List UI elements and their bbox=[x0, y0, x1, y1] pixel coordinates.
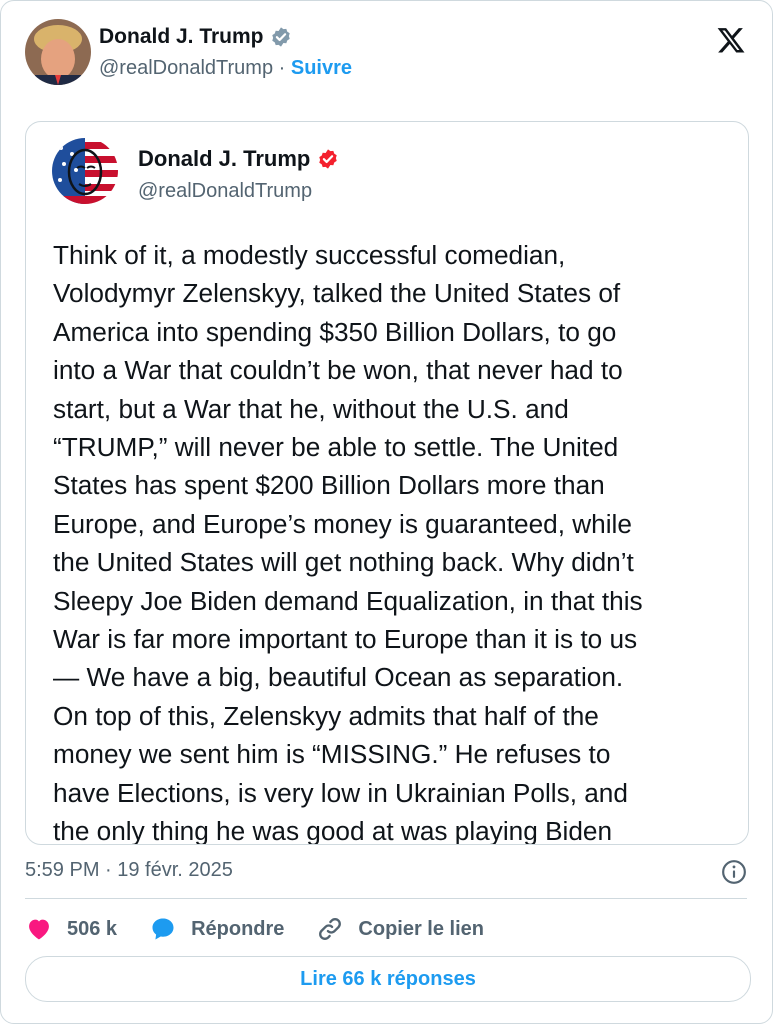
author-name-row[interactable]: Donald J. Trump bbox=[99, 25, 292, 49]
quoted-author-handle[interactable]: @realDonaldTrump bbox=[138, 180, 312, 203]
verified-badge-icon bbox=[271, 27, 290, 47]
read-replies-button[interactable]: Lire 66 k réponses bbox=[25, 956, 751, 1002]
author-name[interactable]: Donald J. Trump bbox=[99, 25, 264, 49]
link-icon bbox=[319, 918, 342, 940]
tweet-embed-card: Donald J. Trump @realDonaldTrump · Suivr… bbox=[0, 0, 773, 1024]
quoted-avatar[interactable] bbox=[52, 138, 118, 204]
info-icon[interactable] bbox=[721, 859, 747, 885]
quoted-post-text: Think of it, a modestly successful comed… bbox=[53, 240, 643, 845]
quoted-name-row[interactable]: Donald J. Trump bbox=[138, 146, 339, 172]
reply-bubble-icon bbox=[152, 918, 174, 940]
like-button[interactable]: 506 k bbox=[25, 915, 117, 943]
quoted-post[interactable]: Donald J. Trump @realDonaldTrump Think o… bbox=[25, 121, 749, 845]
author-handle[interactable]: @realDonaldTrump bbox=[99, 57, 273, 79]
copy-link-action[interactable]: Copier le lien bbox=[316, 915, 484, 943]
timestamp[interactable]: 5:59 PM · 19 févr. 2025 bbox=[25, 859, 233, 882]
author-avatar[interactable] bbox=[25, 19, 91, 85]
quoted-author-name[interactable]: Donald J. Trump bbox=[138, 146, 310, 172]
follow-link[interactable]: Suivre bbox=[291, 57, 352, 79]
verified-badge-icon bbox=[319, 149, 338, 169]
reply-action[interactable]: Répondre bbox=[149, 915, 284, 943]
reply-label: Répondre bbox=[191, 917, 285, 940]
action-bar: 506 k Répondre Copier le lien bbox=[25, 911, 516, 947]
heart-icon bbox=[29, 919, 49, 940]
author-sub-row: @realDonaldTrump · Suivre bbox=[99, 57, 352, 80]
meta-row: 5:59 PM · 19 févr. 2025 bbox=[25, 859, 747, 889]
divider bbox=[25, 898, 747, 899]
copy-link-label: Copier le lien bbox=[358, 917, 484, 940]
x-logo-icon[interactable] bbox=[716, 25, 746, 55]
separator: · bbox=[273, 57, 291, 79]
like-count: 506 k bbox=[67, 917, 118, 940]
